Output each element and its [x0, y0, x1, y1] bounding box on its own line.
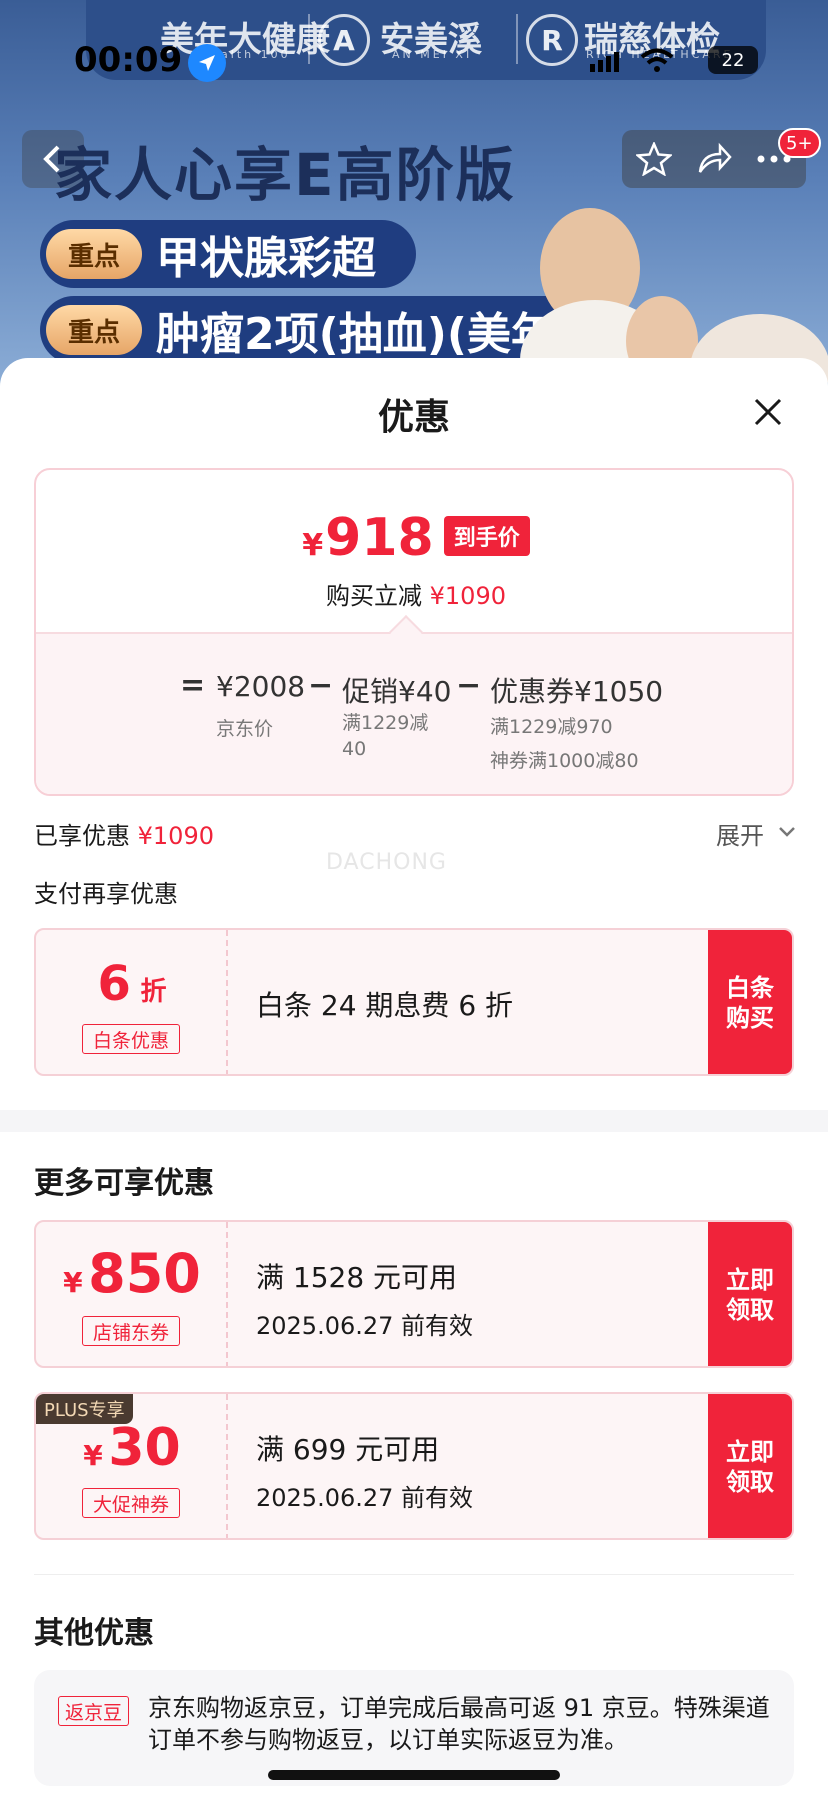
coupon-description: 白条 24 期息费 6 折: [256, 989, 514, 1022]
currency-symbol: ¥: [302, 528, 324, 563]
watermark: DACHONG: [326, 850, 447, 875]
baitiao-coupon: 6 折 白条优惠 白条 24 期息费 6 折 白条购买: [34, 928, 794, 1076]
final-price-tag: 到手价: [443, 516, 530, 556]
coupon-expiry: 2025.06.27 前有效: [256, 1312, 474, 1340]
battery-icon: 22: [708, 46, 758, 74]
minus-sign: −: [456, 668, 482, 703]
brand-divider: [516, 14, 518, 64]
equals-sign: =: [180, 668, 206, 703]
coupon-currency: ¥: [63, 1266, 83, 1299]
status-time: 00:09: [74, 40, 183, 80]
highlight-pill: 重点 甲状腺彩超: [40, 220, 416, 288]
coupon-currency: ¥: [83, 1439, 103, 1472]
expand-label: 展开: [716, 822, 764, 850]
promo-condition-line: 40: [342, 738, 367, 760]
coupon-expiry: 2025.06.27 前有效: [256, 1484, 474, 1512]
close-icon: [754, 398, 782, 426]
status-icons: 22: [590, 46, 758, 76]
final-price-value: 918: [325, 508, 434, 568]
highlight-tag: 重点: [46, 229, 142, 279]
close-button[interactable]: [748, 392, 788, 432]
price-breakdown-card: ¥ 918 到手价 购买立减 ¥1090 = ¥2008 京东价 − 促销¥40…: [34, 468, 794, 796]
discount-rate-value: 6: [97, 956, 131, 1012]
coupon-condition-line: 满1229减970: [490, 716, 613, 738]
ruici-logo-icon: R: [526, 14, 578, 66]
other-section-title: 其他优惠: [34, 1616, 154, 1651]
coupon-amount-value: 850: [88, 1242, 201, 1305]
location-arrow-icon: [188, 44, 226, 82]
promo-discount: 促销¥40: [342, 675, 452, 708]
section-separator: [34, 1574, 794, 1575]
enjoyed-label: 已享优惠: [34, 822, 130, 850]
product-banner: 美年大健康 Health 100 A 安美溪 AN MEI XI R 瑞慈体检 …: [0, 0, 828, 400]
star-icon[interactable]: [636, 142, 672, 176]
discount-rate-unit: 折: [140, 977, 167, 1007]
home-indicator[interactable]: [268, 1770, 560, 1780]
coupon-discount: 优惠券¥1050: [490, 675, 664, 708]
store-coupon: ¥ 850 店铺东券 满 1528 元可用 2025.06.27 前有效 立即领…: [34, 1220, 794, 1368]
more-section-title: 更多可享优惠: [34, 1166, 214, 1201]
jingdou-tag: 返京豆: [58, 1696, 130, 1726]
discount-sheet: 优惠 ¥ 918 到手价 购买立减 ¥1090 = ¥2008 京东价 − 促销…: [0, 358, 828, 1796]
coupon-amount-value: 30: [108, 1418, 181, 1478]
coupon-tag: 店铺东券: [82, 1316, 180, 1346]
claim-coupon-button[interactable]: 立即领取: [708, 1222, 792, 1366]
claim-coupon-button[interactable]: 立即领取: [708, 1394, 792, 1538]
baitiao-buy-button[interactable]: 白条购买: [708, 930, 792, 1074]
plus-coupon: PLUS专享 ¥ 30 大促神券 满 699 元可用 2025.06.27 前有…: [34, 1392, 794, 1540]
coupon-tag: 大促神券: [82, 1488, 180, 1518]
instant-reduction: 购买立减 ¥1090: [36, 576, 792, 611]
enjoyed-amount: ¥1090: [137, 822, 214, 850]
coupon-condition-line: 神券满1000减80: [490, 750, 639, 772]
chevron-down-icon: [779, 827, 795, 837]
section-divider: [0, 1110, 828, 1132]
signal-icon: [590, 52, 619, 72]
jingdou-rebate-info: 返京豆 京东购物返京豆，订单完成后最高可返 91 京豆。特殊渠道订单不参与购物返…: [34, 1670, 794, 1786]
minus-sign: −: [308, 668, 334, 703]
promo-condition: 满1229减 40: [342, 710, 428, 762]
coupon-condition: 满 699 元可用: [256, 1433, 440, 1466]
reduce-amount: ¥1090: [429, 582, 506, 610]
reduce-label: 购买立减: [326, 582, 422, 610]
highlight-text: 甲状腺彩超: [156, 233, 376, 284]
highlight-text: 肿瘤2项(抽血)(美年): [156, 309, 576, 360]
anmeixi-logo-icon: A: [318, 14, 370, 66]
notification-badge: 5+: [778, 128, 821, 158]
base-price-label: 京东价: [216, 718, 274, 740]
discount-rate: 6 折: [36, 956, 228, 1012]
final-price: ¥ 918 到手价: [36, 508, 792, 568]
sheet-title: 优惠: [377, 397, 450, 438]
product-headline: 家人心享E高阶版: [54, 141, 516, 209]
coupon-amount: ¥ 850: [36, 1242, 228, 1305]
share-icon[interactable]: [696, 142, 732, 176]
coupon-amount: ¥ 30: [36, 1418, 228, 1478]
base-price: ¥2008: [216, 670, 306, 703]
coupon-condition: 满1229减970 神券满1000减80: [490, 710, 639, 778]
wifi-icon: [640, 48, 674, 72]
brand-divider: [308, 14, 310, 64]
promo-condition-line: 满1229减: [342, 712, 429, 734]
brand-anmeixi-sub: AN MEI XI: [392, 48, 473, 61]
expand-toggle[interactable]: 展开: [716, 816, 795, 851]
pay-section-title: 支付再享优惠: [34, 880, 178, 908]
coupon-tag: 白条优惠: [82, 1024, 180, 1054]
highlight-tag: 重点: [46, 305, 142, 355]
coupon-condition: 满 1528 元可用: [256, 1261, 458, 1294]
jingdou-rebate-text: 京东购物返京豆，订单完成后最高可返 91 京豆。特殊渠道订单不参与购物返豆，以订…: [148, 1694, 770, 1754]
enjoyed-discount: 已享优惠 ¥1090: [34, 816, 214, 851]
